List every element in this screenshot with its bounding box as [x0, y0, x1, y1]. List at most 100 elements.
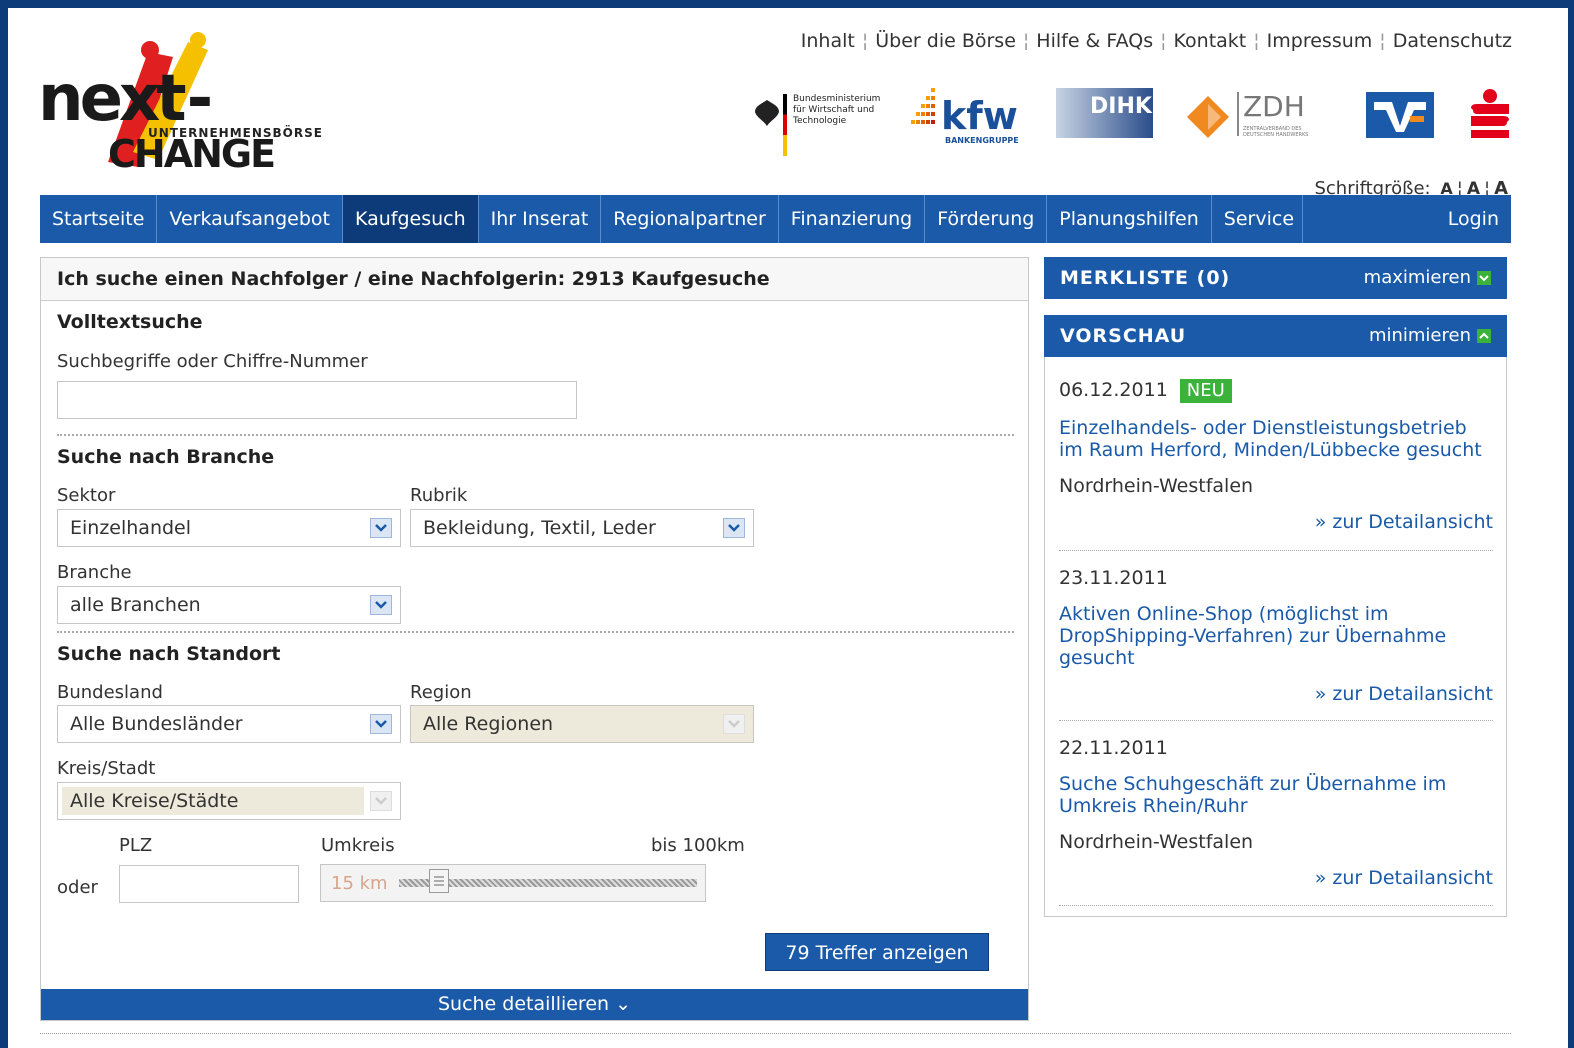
logo-text-t: t- — [156, 62, 214, 136]
bmwi-text: Bundesministerium für Wirtschaft und Tec… — [793, 94, 881, 126]
nav-verkaufsangebot[interactable]: Verkaufsangebot — [157, 195, 343, 243]
nav-service[interactable]: Service — [1212, 195, 1303, 243]
chevron-down-icon — [370, 518, 392, 538]
toplink-ueber-die-boerse[interactable]: Über die Börse — [875, 30, 1016, 52]
chevron-down-icon — [1477, 271, 1491, 285]
logo-text-change: CHANGE — [108, 132, 276, 176]
entry-detail-link[interactable]: » zur Detailansicht — [1059, 867, 1493, 889]
toplink-inhalt[interactable]: Inhalt — [801, 30, 855, 52]
preview-entry: 23.11.2011 Aktiven Online-Shop (möglichs… — [1059, 567, 1493, 705]
top-links: Inhalt ¦ Über die Börse ¦ Hilfe & FAQs ¦ Konta… — [800, 30, 1512, 52]
sparkasse-icon — [1471, 89, 1509, 138]
vorschau-header: VORSCHAU minimieren — [1044, 315, 1507, 357]
grip-icon — [434, 876, 444, 886]
branch-title: Suche nach Branche — [57, 446, 275, 468]
merkliste-maximize-button[interactable]: maximieren — [1364, 257, 1491, 299]
rubrik-label: Rubrik — [410, 485, 468, 506]
footer-divider — [40, 1033, 1511, 1034]
dihk-logo[interactable]: DIHK — [1056, 88, 1153, 138]
nav-ihr-inserat[interactable]: Ihr Inserat — [479, 195, 602, 243]
zdh-logo[interactable]: ZDH ZENTRALVERBAND DES DEUTSCHEN HANDWER… — [1185, 88, 1335, 158]
search-detail-toggle[interactable]: Suche detaillieren ⌄ — [41, 989, 1028, 1020]
page: Inhalt ¦ Über die Börse ¦ Hilfe & FAQs ¦ Konta… — [8, 8, 1568, 1048]
umkreis-slider[interactable]: 15 km — [320, 864, 706, 902]
nav-foerderung[interactable]: Förderung — [925, 195, 1048, 243]
entry-detail-link[interactable]: » zur Detailansicht — [1059, 511, 1493, 533]
kfw-subtext: BANKENGRUPPE — [945, 136, 1019, 145]
sektor-select[interactable]: Einzelhandel — [57, 509, 401, 547]
chevron-down-icon — [370, 791, 392, 811]
divider — [57, 631, 1014, 633]
vorschau-minimize-button[interactable]: minimieren — [1369, 315, 1491, 357]
plz-input[interactable] — [119, 865, 299, 903]
nav-kaufgesuch[interactable]: Kaufgesuch — [342, 195, 479, 243]
kreis-label: Kreis/Stadt — [57, 758, 156, 779]
toplink-kontakt[interactable]: Kontakt — [1174, 30, 1247, 52]
nav-login[interactable]: Login — [1436, 195, 1511, 243]
entry-title-link[interactable]: Aktiven Online-Shop (möglichst im DropSh… — [1059, 603, 1493, 669]
zdh-icon — [1187, 96, 1229, 138]
preview-entry: 06.12.2011 NEU Einzelhandels- oder Dienst… — [1059, 379, 1493, 533]
fulltext-input[interactable] — [57, 381, 577, 419]
umkreis-label: Umkreis — [321, 835, 395, 856]
search-panel: Ich suche einen Nachfolger / eine Nachfo… — [40, 257, 1029, 1021]
bundesland-value: Alle Bundesländer — [70, 713, 243, 735]
volksbank-icon — [1374, 102, 1426, 132]
toplink-datenschutz[interactable]: Datenschutz — [1393, 30, 1512, 52]
nav-finanzierung[interactable]: Finanzierung — [779, 195, 926, 243]
entry-date: 23.11.2011 — [1059, 567, 1168, 589]
merkliste-header: MERKLISTE (0) maximieren — [1044, 257, 1507, 299]
branche-select[interactable]: alle Branchen — [57, 586, 401, 624]
bundesland-label: Bundesland — [57, 682, 163, 703]
plz-label: PLZ — [119, 835, 153, 856]
nexxt-change-logo[interactable]: nex t- UNTERNEHMENSBÖRSE CHANGE — [38, 32, 328, 182]
chevron-up-icon — [1477, 329, 1491, 343]
divider — [1059, 720, 1493, 721]
nav-planungshilfen[interactable]: Planungshilfen — [1047, 195, 1212, 243]
volksbank-logo[interactable] — [1366, 92, 1434, 138]
sektor-value: Einzelhandel — [70, 517, 192, 539]
show-results-button[interactable]: 79 Treffer anzeigen — [765, 933, 989, 971]
vorschau-action-label: minimieren — [1368, 325, 1471, 346]
toplink-impressum[interactable]: Impressum — [1267, 30, 1373, 52]
region-select[interactable]: Alle Regionen — [410, 705, 754, 743]
entry-detail-link[interactable]: » zur Detailansicht — [1059, 683, 1493, 705]
nav-startseite[interactable]: Startseite — [40, 195, 158, 243]
new-badge: NEU — [1179, 379, 1232, 403]
divider — [57, 434, 1014, 436]
region-value: Alle Regionen — [423, 713, 554, 735]
entry-location: Nordrhein-Westfalen — [1059, 475, 1254, 497]
chevron-down-icon — [370, 714, 392, 734]
search-panel-heading: Ich suche einen Nachfolger / eine Nachfo… — [41, 258, 1028, 301]
eagle-icon — [755, 100, 779, 126]
chevron-down-icon — [723, 518, 745, 538]
preview-entry: 22.11.2011 Suche Schuhgeschäft zur Übern… — [1059, 737, 1493, 889]
bmwi-logo[interactable]: Bundesministerium für Wirtschaft und Tec… — [753, 88, 883, 158]
zdh-subtext: ZENTRALVERBAND DES DEUTSCHEN HANDWERKS — [1243, 126, 1309, 138]
nav-regionalpartner[interactable]: Regionalpartner — [601, 195, 779, 243]
kfw-logo[interactable]: kfw BANKENGRUPPE — [911, 88, 1021, 158]
kreis-select[interactable]: Alle Kreise/Städte — [57, 782, 401, 820]
umkreis-value: 15 km — [331, 873, 388, 894]
region-label: Region — [410, 682, 472, 703]
bundesland-select[interactable]: Alle Bundesländer — [57, 705, 401, 743]
entry-date: 22.11.2011 — [1059, 737, 1168, 759]
fulltext-label: Suchbegriffe oder Chiffre-Nummer — [57, 351, 368, 372]
entry-title-link[interactable]: Einzelhandels- oder Dienstleistungsbetri… — [1059, 417, 1493, 461]
toplink-hilfe-faqs[interactable]: Hilfe & FAQs — [1036, 30, 1153, 52]
sparkasse-logo[interactable] — [1469, 88, 1511, 138]
chevron-down-icon — [370, 595, 392, 615]
entry-date: 06.12.2011 — [1059, 379, 1168, 401]
slider-handle[interactable] — [429, 869, 449, 893]
entry-title-link[interactable]: Suche Schuhgeschäft zur Übernahme im Umk… — [1059, 773, 1493, 817]
merkliste-action-label: maximieren — [1363, 267, 1471, 288]
rubrik-select[interactable]: Bekleidung, Textil, Leder — [410, 509, 754, 547]
partner-logos: Bundesministerium für Wirtschaft und Tec… — [753, 88, 1523, 168]
zdh-text: ZDH — [1243, 90, 1305, 123]
sektor-label: Sektor — [57, 485, 116, 506]
merkliste-title: MERKLISTE (0) — [1060, 267, 1231, 289]
logo-text-nex: nex — [38, 62, 160, 136]
divider — [1059, 905, 1493, 906]
entry-location: Nordrhein-Westfalen — [1059, 831, 1254, 853]
vorschau-title: VORSCHAU — [1060, 325, 1187, 347]
